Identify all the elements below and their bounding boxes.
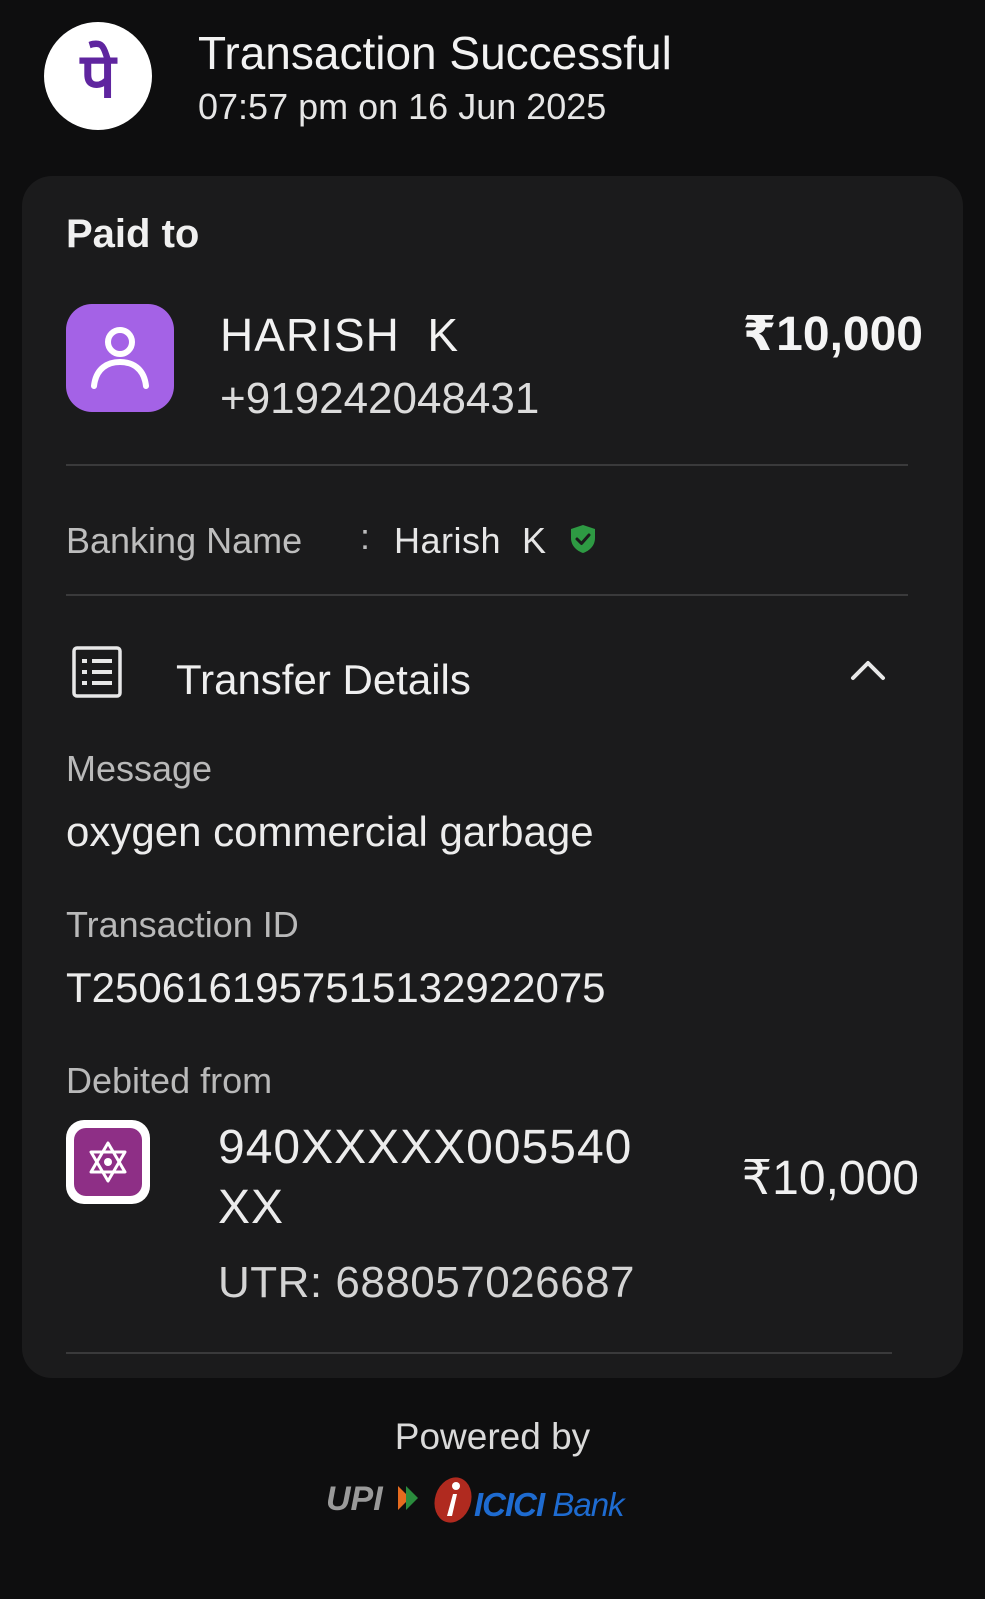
transaction-timestamp: 07:57 pm on 16 Jun 2025 [198, 86, 607, 127]
icici-brand-text: ICICI [474, 1486, 545, 1523]
star-icon [89, 1141, 127, 1183]
divider [66, 594, 908, 596]
verified-shield-icon [571, 525, 595, 553]
banking-name-label: Banking Name [66, 520, 303, 561]
person-icon [91, 327, 149, 389]
debited-amount: ₹10,000 [741, 1152, 919, 1205]
upi-logo-text: UPI [326, 1480, 384, 1518]
icici-bank-wordmark: ICICI Bank [474, 1486, 625, 1524]
icici-bank-text: Bank [544, 1486, 624, 1523]
paid-to-label: Paid to [66, 212, 200, 256]
message-label: Message [66, 748, 213, 789]
upi-logo: UPI [326, 1480, 418, 1518]
debit-account-number: 940XXXXX005540 [218, 1121, 633, 1174]
payee-avatar[interactable] [66, 304, 174, 412]
payee-phone: +919242048431 [220, 374, 540, 423]
phonepe-logo-glyph: पे [80, 39, 116, 112]
icici-logo-icon [434, 1477, 472, 1523]
receipt-list-icon [72, 646, 122, 698]
paid-amount: ₹10,000 [742, 308, 923, 361]
payee-name: HARISH K [220, 309, 460, 361]
bank-logo [66, 1120, 150, 1204]
banking-name-separator: : [360, 516, 371, 557]
message-value: oxygen commercial garbage [66, 808, 594, 855]
transfer-details-title[interactable]: Transfer Details [176, 656, 471, 704]
partner-logos: UPI ICICI Bank [326, 1474, 666, 1534]
transaction-details-card: Paid to HARISH K +919242048431 ₹10,000 B… [22, 176, 963, 1378]
star-of-david-bank-icon [74, 1128, 142, 1196]
banking-name-value: Harish K [394, 520, 547, 561]
phonepe-logo: पे [44, 22, 152, 130]
divider [66, 464, 908, 466]
debit-account-number-continued: XX [218, 1181, 285, 1234]
transaction-id-value[interactable]: T2506161957515132922075 [66, 964, 606, 1012]
divider [66, 1352, 892, 1354]
debited-from-label: Debited from [66, 1060, 273, 1101]
transaction-id-label: Transaction ID [66, 904, 299, 945]
powered-by-label: Powered by [394, 1416, 591, 1457]
transaction-header: पे Transaction Successful 07:57 pm on 16… [0, 0, 985, 160]
utr-number[interactable]: UTR: 688057026687 [218, 1258, 635, 1308]
transaction-status-title: Transaction Successful [198, 27, 672, 79]
chevron-up-icon[interactable] [848, 656, 888, 684]
